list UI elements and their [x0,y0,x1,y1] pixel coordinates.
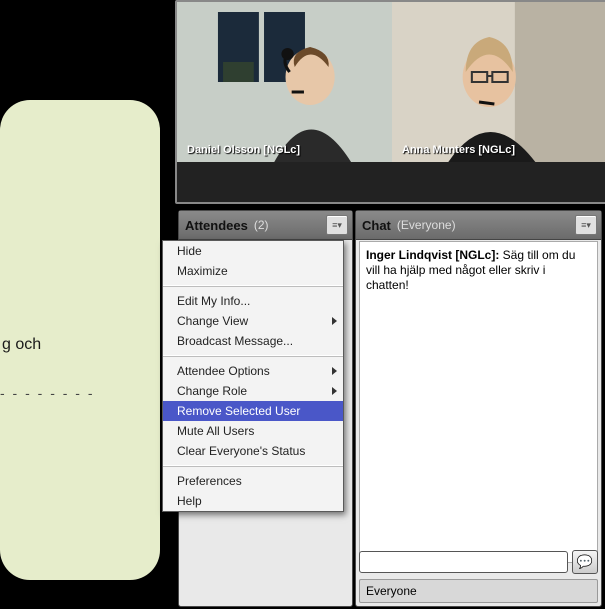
background-panel: g och - - - - - - - - [0,100,160,580]
menu-item[interactable]: Preferences [163,471,343,491]
menu-icon: ≡▾ [581,220,591,231]
chat-scope: (Everyone) [397,218,456,232]
attendees-menu-button[interactable]: ≡▾ [326,215,348,235]
chat-pane: Chat (Everyone) ≡▾ Inger Lindqvist [NGLc… [355,210,602,607]
attendees-header: Attendees (2) ≡▾ [179,211,352,240]
video-tile-2[interactable]: Anna Munters [NGLc] [392,2,605,162]
menu-item[interactable]: Maximize [163,261,343,281]
menu-item[interactable]: Change Role [163,381,343,401]
video-label-1: Daniel Olsson [NGLc] [187,144,300,156]
speech-bubble-icon: 💬 [577,554,593,570]
menu-item[interactable]: Edit My Info... [163,291,343,311]
menu-item[interactable]: Attendee Options [163,361,343,381]
menu-separator [163,355,343,357]
chat-input-row: 💬 [359,548,598,576]
chat-scope-label: Everyone [366,584,417,598]
chat-menu-button[interactable]: ≡▾ [575,215,597,235]
background-left: g och - - - - - - - - [0,0,175,609]
chat-scope-selector[interactable]: Everyone [359,579,598,603]
menu-separator [163,285,343,287]
attendees-title: Attendees [185,218,248,233]
video-area: Daniel Olsson [NGLc] Anna Munters [NGLc] [175,0,605,204]
chat-message: Inger Lindqvist [NGLc]: Säg till om du v… [366,248,591,293]
menu-icon: ≡▾ [332,220,342,231]
menu-item[interactable]: Broadcast Message... [163,331,343,351]
menu-item[interactable]: Remove Selected User [163,401,343,421]
attendees-count: (2) [254,218,269,232]
chat-header: Chat (Everyone) ≡▾ [356,211,601,240]
bg-dashes: - - - - - - - - [0,385,95,401]
chat-messages[interactable]: Inger Lindqvist [NGLc]: Säg till om du v… [359,241,598,563]
chat-input[interactable] [359,551,568,573]
video-label-2: Anna Munters [NGLc] [402,144,515,156]
menu-separator [163,465,343,467]
attendees-context-menu[interactable]: HideMaximize Edit My Info...Change ViewBr… [162,240,344,512]
menu-item[interactable]: Hide [163,241,343,261]
menu-item[interactable]: Help [163,491,343,511]
video-tile-1[interactable]: Daniel Olsson [NGLc] [177,2,392,162]
video-inner: Daniel Olsson [NGLc] Anna Munters [NGLc] [177,2,605,162]
menu-item[interactable]: Clear Everyone's Status [163,441,343,461]
menu-item[interactable]: Mute All Users [163,421,343,441]
chat-title: Chat [362,218,391,233]
chat-message-author: Inger Lindqvist [NGLc]: [366,248,499,262]
chat-send-button[interactable]: 💬 [572,550,598,574]
bg-text-fragment: g och [2,336,41,354]
menu-item[interactable]: Change View [163,311,343,331]
